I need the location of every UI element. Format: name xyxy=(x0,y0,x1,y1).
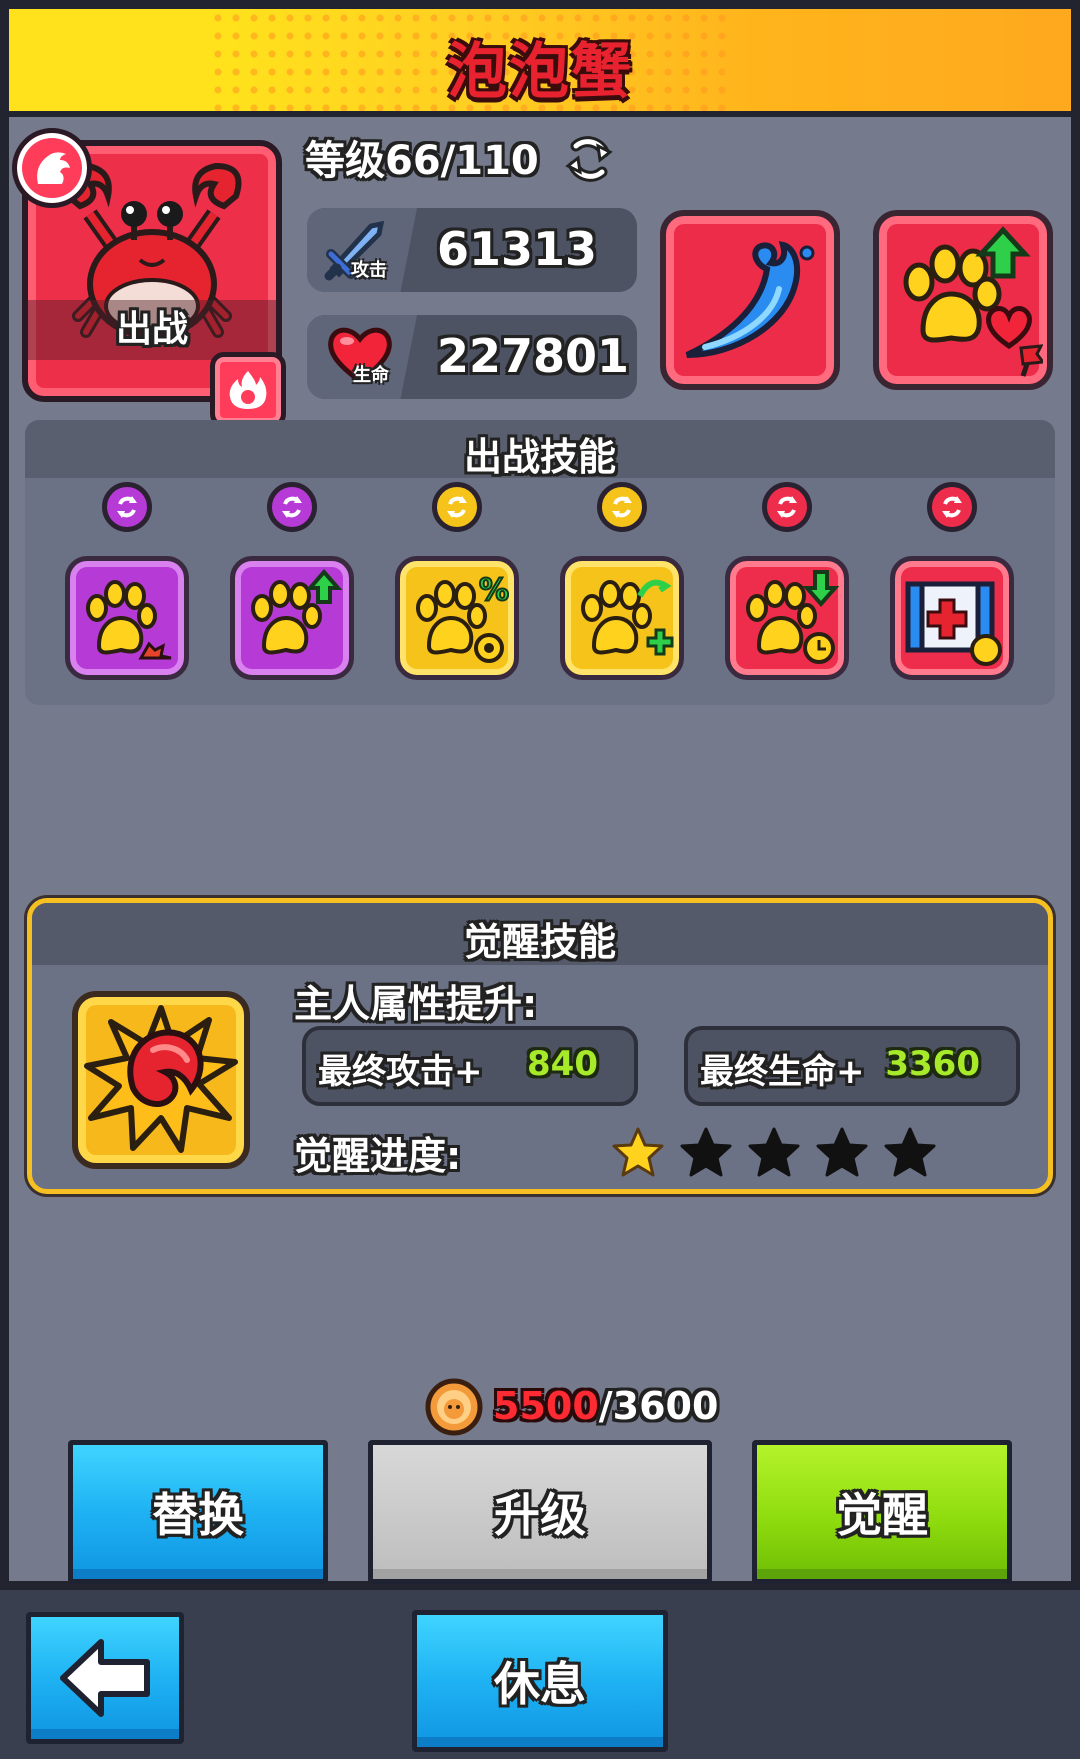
title-banner: 泡泡蟹 xyxy=(9,9,1071,117)
hp-value: 227801 xyxy=(437,329,630,383)
skill-swap-badge[interactable] xyxy=(927,482,977,532)
final-hp-label: 最终生命+ xyxy=(700,1052,865,1092)
awaken-button[interactable]: 觉醒 xyxy=(752,1440,1012,1584)
final-attack-label: 最终攻击+ xyxy=(318,1052,483,1092)
battle-skill-paw-percent-gear-icon[interactable]: % xyxy=(395,556,519,680)
upgrade-button[interactable]: 升级 xyxy=(368,1440,712,1584)
owner-boost-label: 主人属性提升: xyxy=(294,982,538,1026)
star-empty-icon xyxy=(680,1127,732,1177)
rest-button[interactable]: 休息 xyxy=(412,1610,668,1752)
star-empty-icon xyxy=(884,1127,936,1177)
awakening-skill-icon[interactable] xyxy=(72,991,250,1169)
water-wave-icon xyxy=(685,241,815,358)
swap-icon xyxy=(117,496,137,518)
skill-swap-badge[interactable] xyxy=(432,482,482,532)
star-empty-icon xyxy=(748,1127,800,1177)
cost-have: 5500 xyxy=(493,1384,599,1428)
battle-skills-title: 出战技能 xyxy=(25,420,1055,479)
cost-text: 5500/3600 xyxy=(493,1384,718,1428)
swap-icon xyxy=(612,496,632,518)
deploy-status-label: 出战 xyxy=(115,309,188,350)
paw-heart-up-icon xyxy=(903,226,1043,377)
swap-icon xyxy=(282,496,302,518)
paw-arrow-up-icon xyxy=(251,568,343,655)
battle-skill-paw-cooldown-icon[interactable] xyxy=(725,556,849,680)
skill-swap-badge[interactable] xyxy=(267,482,317,532)
element-fire-badge xyxy=(210,352,286,428)
cost-need: /3600 xyxy=(598,1384,719,1428)
attack-label: 攻击 xyxy=(351,260,387,281)
attack-stat-box: 攻击 61313 xyxy=(307,208,637,292)
swap-icon xyxy=(942,496,962,518)
final-attack-box: 最终攻击+ 840 xyxy=(302,1026,638,1106)
active-skill-water-slash[interactable] xyxy=(660,210,840,390)
lion-head-icon xyxy=(37,152,70,184)
crab-claw-burst-icon xyxy=(84,1005,238,1153)
lion-coin-icon xyxy=(425,1378,483,1436)
awakening-stars xyxy=(610,1125,938,1181)
refresh-icon[interactable] xyxy=(562,132,616,186)
back-button[interactable] xyxy=(26,1612,184,1744)
replace-button[interactable]: 替换 xyxy=(68,1440,328,1584)
final-hp-box: 最终生命+ 3360 xyxy=(684,1026,1020,1106)
battle-skill-medkit-paw-icon[interactable] xyxy=(890,556,1014,680)
star-empty-icon xyxy=(816,1127,868,1177)
awakening-progress-label: 觉醒进度: xyxy=(294,1134,462,1178)
attack-value: 61313 xyxy=(437,222,598,276)
battle-skill-paw-heal-icon[interactable] xyxy=(560,556,684,680)
skill-swap-badge[interactable] xyxy=(597,482,647,532)
paw-heal-icon xyxy=(581,579,674,656)
battle-skill-paw-crab-icon[interactable] xyxy=(65,556,189,680)
medkit-paw-icon xyxy=(905,581,1002,666)
awakening-title: 觉醒技能 xyxy=(32,903,1048,965)
fire-icon xyxy=(229,371,267,409)
star-filled-icon xyxy=(612,1127,664,1177)
lion-emblem-badge xyxy=(12,128,92,208)
hp-label: 生命 xyxy=(353,365,389,386)
battle-skill-paw-arrow-up-icon[interactable] xyxy=(230,556,354,680)
final-hp-value: 3360 xyxy=(885,1044,980,1084)
paw-percent-gear-icon: % xyxy=(416,572,509,663)
swap-icon xyxy=(447,496,467,518)
back-arrow-icon xyxy=(60,1639,150,1717)
paw-crab-icon xyxy=(86,580,172,660)
passive-skill-paw-boost[interactable] xyxy=(873,210,1053,390)
swap-icon xyxy=(777,496,797,518)
level-text: 等级66/110 xyxy=(305,138,539,184)
awakening-panel: 觉醒技能 主人属性提升: 最终攻击+ 840 最终生命+ 3360 觉醒进度: xyxy=(27,898,1053,1194)
final-attack-value: 840 xyxy=(527,1044,598,1084)
skill-swap-badge[interactable] xyxy=(102,482,152,532)
pet-name-title: 泡泡蟹 xyxy=(447,37,633,107)
svg-text:%: % xyxy=(479,573,509,608)
skill-swap-badge[interactable] xyxy=(762,482,812,532)
paw-cooldown-icon xyxy=(746,570,839,664)
hp-stat-box: 生命 227801 xyxy=(307,315,637,399)
